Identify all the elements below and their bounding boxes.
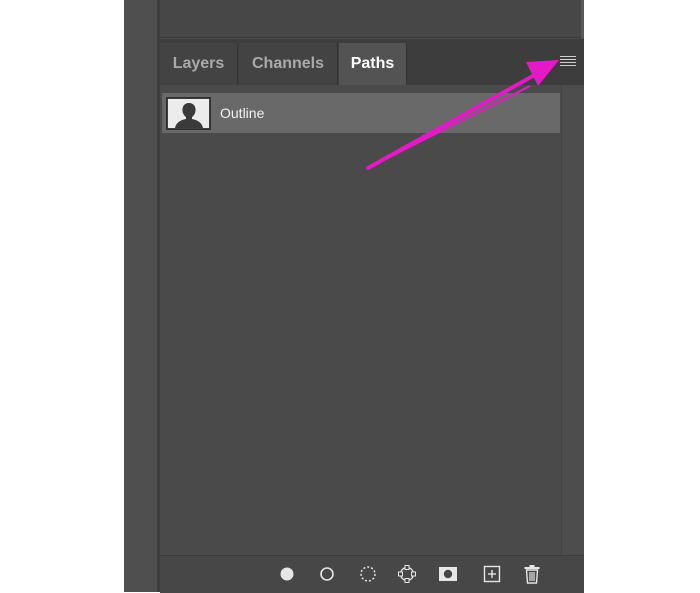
left-toolbar-strip	[124, 0, 157, 592]
delete-path-icon[interactable]	[522, 564, 542, 584]
silhouette-icon	[174, 102, 203, 128]
upper-panel	[160, 0, 584, 39]
photoshop-panel-area: Layers Channels Paths Outline	[124, 0, 584, 593]
load-path-as-selection-icon[interactable]	[358, 564, 378, 584]
paths-list-scrollbar[interactable]	[561, 85, 584, 555]
tab-channels[interactable]: Channels	[239, 43, 338, 85]
panel-tab-bar: Layers Channels Paths	[160, 43, 584, 85]
create-new-path-icon[interactable]	[482, 564, 502, 584]
hamburger-menu-icon[interactable]	[560, 56, 576, 70]
path-row-outline[interactable]: Outline	[162, 93, 560, 133]
tab-paths[interactable]: Paths	[339, 43, 407, 85]
fill-path-icon[interactable]	[277, 564, 297, 584]
add-mask-icon[interactable]	[438, 564, 458, 584]
tab-layers[interactable]: Layers	[160, 43, 238, 85]
path-name: Outline	[220, 105, 265, 121]
upper-panel-content	[160, 0, 581, 38]
path-thumbnail	[166, 96, 211, 130]
make-work-path-icon[interactable]	[397, 564, 417, 584]
paths-list: Outline	[160, 85, 584, 555]
paths-footer-toolbar	[160, 555, 584, 593]
stroke-path-icon[interactable]	[317, 564, 337, 584]
upper-panel-scrollbar[interactable]	[581, 0, 584, 38]
